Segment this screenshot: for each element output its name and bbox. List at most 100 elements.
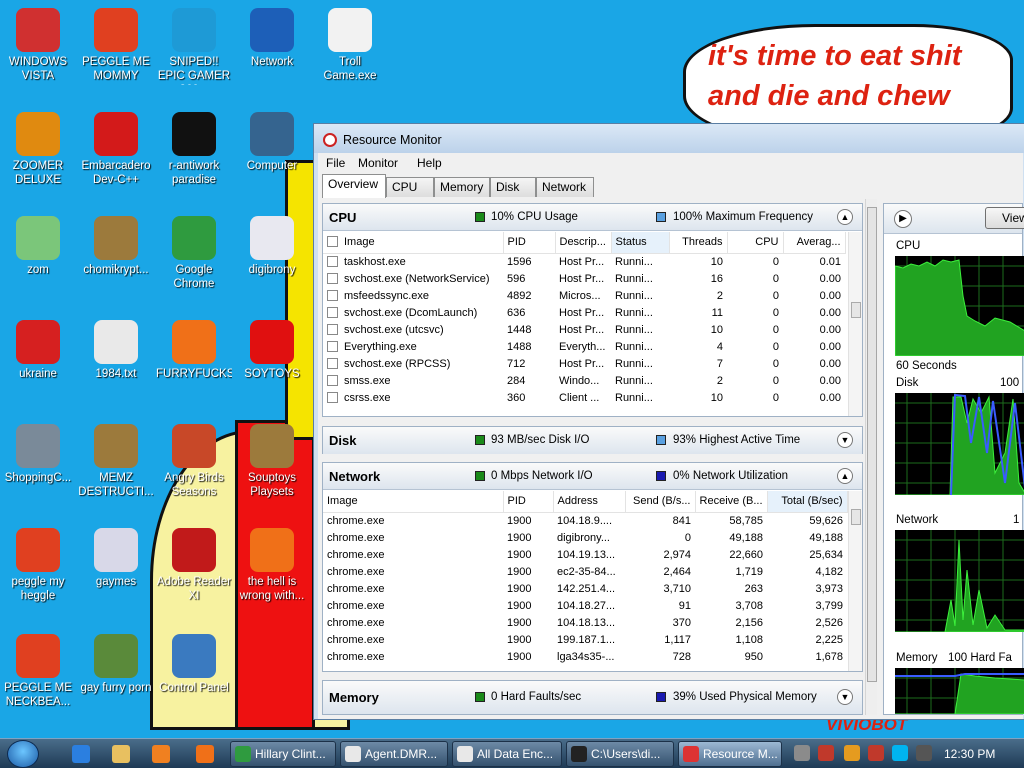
desktop-icon-gaymes[interactable]: gaymes: [78, 528, 154, 589]
tray-monitor-icon[interactable]: [892, 745, 908, 761]
row-checkbox[interactable]: [327, 340, 338, 352]
table-row[interactable]: svchost.exe (NetworkService) 596 Host Pr..…: [323, 270, 845, 287]
row-checkbox[interactable]: [327, 323, 338, 335]
tray-flag-icon[interactable]: [868, 745, 884, 761]
desktop-icon-shockwave[interactable]: ShoppingC...: [0, 424, 76, 485]
network-scroll-thumb[interactable]: [851, 509, 861, 525]
column-header[interactable]: Status: [611, 232, 670, 254]
desktop-icon-zoomer-deluxe[interactable]: ZOOMER DELUXE: [0, 112, 76, 187]
table-row[interactable]: chrome.exe 1900 104.18.27... 91 3,708 3,799: [323, 597, 847, 614]
cpu-scroll-thumb[interactable]: [851, 302, 861, 318]
column-header[interactable]: PID: [503, 232, 556, 254]
menu-monitor[interactable]: Monitor: [358, 156, 398, 170]
desktop-icon-memz[interactable]: MEMZ DESTRUCTI...: [78, 424, 154, 499]
table-row[interactable]: chrome.exe 1900 digibrony... 0 49,188 49,188: [323, 529, 847, 546]
column-header[interactable]: PID: [503, 491, 554, 513]
select-all-checkbox[interactable]: [327, 236, 338, 248]
collapse-cpu-chevron-icon[interactable]: ▲: [837, 209, 853, 225]
window-title-bar[interactable]: Resource Monitor: [314, 124, 1024, 153]
row-checkbox[interactable]: [327, 272, 338, 284]
cpu-section-header[interactable]: CPU 10% CPU Usage 100% Maximum Frequency…: [323, 204, 862, 231]
table-row[interactable]: chrome.exe 1900 104.18.13... 370 2,156 2,526: [323, 614, 847, 631]
table-row[interactable]: chrome.exe 1900 142.251.4... 3,710 263 3,973: [323, 580, 847, 597]
network-table-scrollbar[interactable]: [848, 491, 862, 671]
table-row[interactable]: Everything.exe 1488 Everyth... Runni... 4 0 0.…: [323, 338, 845, 355]
start-button-windows-icon[interactable]: [7, 740, 39, 768]
desktop-icon-souptoys[interactable]: Souptoys Playsets: [234, 424, 310, 499]
desktop-icon-peggle-mommy[interactable]: PEGGLE ME MOMMY: [78, 8, 154, 83]
tab-overview[interactable]: Overview: [322, 174, 386, 198]
desktop-icon-r-antiwork[interactable]: r-antiwork paradise: [156, 112, 232, 187]
row-checkbox[interactable]: [327, 255, 338, 267]
desktop-icon-gay-furry-porn[interactable]: gay furry porn: [78, 634, 154, 695]
desktop-icon-file-1984[interactable]: 1984.txt: [78, 320, 154, 381]
network-section-header[interactable]: Network 0 Mbps Network I/O 0% Network Ut…: [323, 463, 862, 490]
collapse-network-chevron-icon[interactable]: ▲: [837, 468, 853, 484]
desktop-icon-google-chrome[interactable]: Google Chrome: [156, 216, 232, 291]
column-header[interactable]: Averag...: [783, 232, 846, 254]
table-row[interactable]: taskhost.exe 1596 Host Pr... Runni... 10 0 0.0…: [323, 253, 845, 270]
desktop-icon-sniped[interactable]: SNIPED!! EPIC GAMER 360...: [156, 8, 232, 85]
overview-scrollbar[interactable]: [865, 199, 877, 715]
taskbar-button[interactable]: Hillary Clint...: [230, 741, 336, 767]
table-row[interactable]: chrome.exe 1900 199.187.1... 1,117 1,108 2,22…: [323, 631, 847, 648]
disk-section-header[interactable]: Disk 93 MB/sec Disk I/O 93% Highest Acti…: [323, 427, 862, 454]
table-row[interactable]: chrome.exe 1900 lga34s35-... 728 950 1,678: [323, 648, 847, 665]
row-checkbox[interactable]: [327, 391, 338, 403]
desktop-icon-troll-game[interactable]: Troll Game.exe: [312, 8, 388, 83]
desktop-icon-peggle-heggle[interactable]: peggle my heggle: [0, 528, 76, 603]
table-row[interactable]: chrome.exe 1900 ec2-35-84... 2,464 1,719 4,18…: [323, 563, 847, 580]
media-player-icon[interactable]: [152, 745, 170, 763]
taskbar-button[interactable]: Resource M...: [678, 741, 782, 767]
desktop-icon-peggle-neckbeard[interactable]: PEGGLE ME NECKBEA...: [0, 634, 76, 709]
internet-explorer-icon[interactable]: [72, 745, 90, 763]
taskbar-button[interactable]: All Data Enc...: [452, 741, 562, 767]
desktop-icon-furryfucks[interactable]: FURRYFUCKS: [156, 320, 232, 381]
column-header[interactable]: Total (B/sec): [767, 491, 848, 513]
table-row[interactable]: svchost.exe (utcsvc) 1448 Host Pr... Runni.…: [323, 321, 845, 338]
tray-search-icon[interactable]: [844, 745, 860, 761]
desktop-icon-ukraine[interactable]: ukraine: [0, 320, 76, 381]
desktop-icon-windows-vista[interactable]: WINDOWS VISTA: [0, 8, 76, 83]
table-row[interactable]: svchost.exe (DcomLaunch) 636 Host Pr... Run…: [323, 304, 845, 321]
desktop-icon-angry-birds[interactable]: Angry Birds Seasons: [156, 424, 232, 499]
row-checkbox[interactable]: [327, 289, 338, 301]
tray-app-icon[interactable]: [794, 745, 810, 761]
taskbar-button[interactable]: C:\Users\di...: [566, 741, 674, 767]
column-header[interactable]: Receive (B...: [695, 491, 768, 513]
desktop-icon-adobe-reader[interactable]: Adobe Reader XI: [156, 528, 232, 603]
desktop-icon-chomikrypt[interactable]: chomikrypt...: [78, 216, 154, 277]
column-header[interactable]: Threads: [669, 232, 728, 254]
column-header[interactable]: Image: [323, 491, 504, 513]
chevron-right-icon[interactable]: ▶: [894, 210, 912, 228]
table-row[interactable]: chrome.exe 1900 104.18.9.... 841 58,785 59,62…: [323, 512, 847, 529]
resource-monitor-window[interactable]: Resource Monitor File Monitor Help Overv…: [313, 123, 1024, 720]
column-header[interactable]: Descrip...: [555, 232, 612, 254]
tray-volume-icon[interactable]: [916, 745, 932, 761]
tray-v-icon[interactable]: [818, 745, 834, 761]
row-checkbox[interactable]: [327, 374, 338, 386]
table-row[interactable]: svchost.exe (RPCSS) 712 Host Pr... Runni...…: [323, 355, 845, 372]
column-header[interactable]: Image: [323, 232, 504, 254]
tab-network[interactable]: Network: [536, 177, 594, 197]
desktop-icon-the-hell[interactable]: the hell is wrong with...: [234, 528, 310, 603]
desktop-icon-soytoys[interactable]: SOYTOYS: [234, 320, 310, 381]
table-row[interactable]: csrss.exe 360 Client ... Runni... 10 0 0.00: [323, 389, 845, 406]
table-row[interactable]: smss.exe 284 Windo... Runni... 2 0 0.00: [323, 372, 845, 389]
desktop-icon-network[interactable]: Network: [234, 8, 310, 69]
tab-memory[interactable]: Memory: [434, 177, 490, 197]
overview-scroll-thumb[interactable]: [867, 207, 877, 682]
desktop-icon-zom[interactable]: zom: [0, 216, 76, 277]
row-checkbox[interactable]: [327, 357, 338, 369]
views-button[interactable]: View: [985, 207, 1024, 229]
desktop-icon-control-panel[interactable]: Control Panel: [156, 634, 232, 695]
table-row[interactable]: chrome.exe 1900 104.19.13... 2,974 22,660 25,…: [323, 546, 847, 563]
memory-section-header[interactable]: Memory 0 Hard Faults/sec 39% Used Physic…: [323, 681, 862, 714]
explorer-folder-icon[interactable]: [112, 745, 130, 763]
expand-disk-chevron-icon[interactable]: ▼: [837, 432, 853, 448]
table-row[interactable]: msfeedssync.exe 4892 Micros... Runni... 2 0 0.…: [323, 287, 845, 304]
column-header[interactable]: CPU: [727, 232, 784, 254]
cpu-table-scrollbar[interactable]: [848, 232, 862, 416]
taskbar-clock[interactable]: 12:30 PM: [944, 747, 995, 761]
desktop-icon-computer[interactable]: Computer: [234, 112, 310, 173]
